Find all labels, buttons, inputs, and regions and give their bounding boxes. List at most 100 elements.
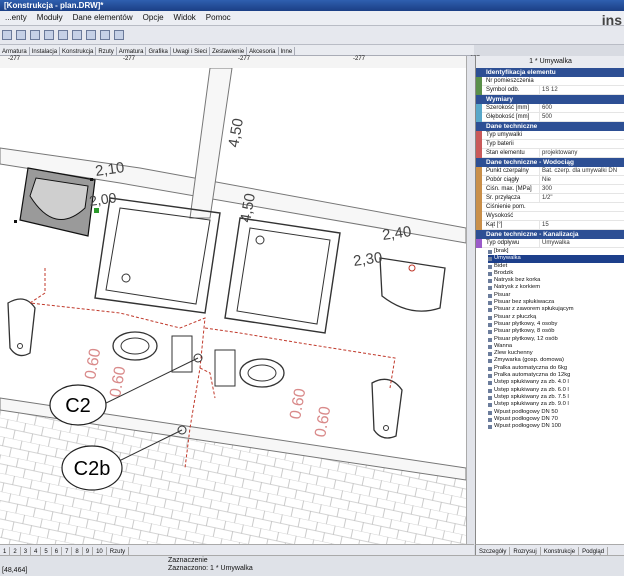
drain-type-option[interactable]: Pralka automatyczna do 6kg [488, 365, 624, 372]
section-header[interactable]: Wymiary [476, 95, 624, 104]
drain-type-option[interactable]: Zlew kuchenny [488, 350, 624, 357]
copy-icon[interactable] [58, 30, 68, 40]
section-header[interactable]: Dane techniczne - Wodociąg [476, 158, 624, 167]
open-icon[interactable] [16, 30, 26, 40]
layout-tab[interactable]: Instalacja [30, 47, 61, 55]
drain-type-option[interactable]: Umywalka [488, 255, 624, 263]
layout-tab[interactable]: Grafika [146, 47, 171, 55]
property-key: Wysokość [486, 213, 514, 219]
drain-type-option[interactable]: Pisuar z zaworem spłukującym [488, 306, 624, 313]
drain-type-option[interactable]: Pisuar bez spłukiwacza [488, 299, 624, 306]
property-row[interactable]: Ciśn. max. [MPa] 300 [476, 185, 624, 194]
save-icon[interactable] [30, 30, 40, 40]
drain-type-option[interactable]: Pisuar płytkowy, 12 osób [488, 336, 624, 343]
drain-type-option[interactable]: Pisuar [488, 292, 624, 299]
layout-tab[interactable]: Akcesoria [247, 47, 279, 55]
drain-type-option[interactable]: Ustęp spłukiwany za zb. 7.5 l [488, 394, 624, 401]
menu-item[interactable]: Widok [169, 11, 201, 25]
layout-tab[interactable]: Armatura [0, 47, 30, 55]
property-value[interactable]: 500 [539, 113, 624, 121]
vertical-scrollbar[interactable] [466, 56, 475, 544]
drawing-canvas[interactable]: 2,10 2,00 4,50 4,50 2,40 2,30 0.60 0.60 … [0, 68, 466, 544]
drain-type-option[interactable]: Wpust podłogowy DN 100 [488, 423, 624, 430]
property-value[interactable]: projektowany [539, 149, 624, 157]
row-color-bar [476, 203, 482, 212]
drain-type-list[interactable]: [brak] Umywalka Bidet Brodzik Natrysk bez ko… [476, 248, 624, 430]
property-row[interactable]: Wysokość [476, 212, 624, 221]
property-row[interactable]: Śr. przyłącza 1/2" [476, 194, 624, 203]
property-row[interactable]: Szerokość [mm] 600 [476, 104, 624, 113]
drain-type-option[interactable]: Brodzik [488, 270, 624, 277]
drain-type-option[interactable]: Bidet [488, 263, 624, 270]
property-value[interactable]: Umywalka [539, 239, 624, 247]
drain-type-option[interactable]: Pisuar płytkowy, 8 osób [488, 328, 624, 335]
layout-tab[interactable]: Zestawienie [210, 47, 248, 55]
menu-item[interactable]: Pomoc [201, 11, 236, 25]
grid-icon[interactable] [86, 30, 96, 40]
layout-tab[interactable]: Inne [279, 47, 296, 55]
urinal-left[interactable] [7, 298, 36, 357]
floor-plan[interactable]: 2,10 2,00 4,50 4,50 2,40 2,30 0.60 0.60 … [0, 68, 466, 544]
dim-5: 2,40 [381, 223, 412, 244]
new-icon[interactable] [2, 30, 12, 40]
property-row[interactable]: Głębokość [mm] 500 [476, 113, 624, 122]
property-value[interactable]: 1/2" [539, 194, 624, 202]
settings-icon[interactable] [114, 30, 124, 40]
toilet-2[interactable] [214, 349, 285, 388]
property-row[interactable]: Punkt czerpalny Bat. czerp. dla umywalki … [476, 167, 624, 176]
layout-tab[interactable]: Uwagi i Sieci [171, 47, 211, 55]
property-row[interactable]: Kąt [°] 15 [476, 221, 624, 230]
property-value[interactable]: Bat. czerp. dla umywalki DN [539, 167, 624, 175]
property-row[interactable]: Nr pomieszczenia [476, 77, 624, 86]
layout-tab[interactable]: Rzuty [96, 47, 117, 55]
property-row[interactable]: Typ umywalki [476, 131, 624, 140]
property-row[interactable]: Pobór ciągły Nie [476, 176, 624, 185]
toilet-1[interactable] [112, 331, 193, 373]
drain-type-option[interactable]: Natrysk bez korka [488, 277, 624, 284]
drain-type-option[interactable]: [brak] [488, 248, 624, 255]
section-header[interactable]: Dane techniczne - Kanalizacja [476, 230, 624, 239]
property-value[interactable]: 300 [539, 185, 624, 193]
property-value[interactable]: 15 [539, 221, 624, 229]
drain-type-option[interactable]: Wpust podłogowy DN 70 [488, 416, 624, 423]
layers-icon[interactable] [100, 30, 110, 40]
urinal-right[interactable] [371, 378, 403, 439]
drain-type-option[interactable]: Ustęp spłukiwany za zb. 4.0 l [488, 379, 624, 386]
shower-tray-2[interactable] [224, 217, 341, 334]
row-color-bar [476, 113, 482, 122]
menu-item[interactable]: Dane elementów [68, 11, 138, 25]
menu-item[interactable]: ...enty [0, 11, 32, 25]
section-header[interactable]: Identyfikacja elementu [476, 68, 624, 77]
drain-type-option[interactable]: Pralka automatyczna do 12kg [488, 372, 624, 379]
drain-type-option[interactable]: Pisuar z płuczką [488, 314, 624, 321]
drain-type-option[interactable]: Zmywarka (gosp. domowa) [488, 357, 624, 364]
washbasin-right[interactable] [379, 257, 446, 312]
layout-tab[interactable]: Armatura [117, 47, 147, 55]
property-value[interactable]: 600 [539, 104, 624, 112]
property-row[interactable]: Stan elementu projektowany [476, 149, 624, 158]
washbasin-selected[interactable] [14, 167, 99, 237]
drain-type-option[interactable]: Pisuar płytkowy, 4 osoby [488, 321, 624, 328]
callout-c2[interactable]: C2 [49, 353, 203, 426]
layout-tab[interactable]: Konstrukcja [60, 47, 97, 55]
property-row[interactable]: Typ baterii [476, 140, 624, 149]
menu-item[interactable]: Opcje [138, 11, 169, 25]
property-row[interactable]: Typ odpływu Umywalka [476, 239, 624, 248]
drain-type-option[interactable]: Natrysk z korkiem [488, 284, 624, 291]
drain-type-option[interactable]: Wanna [488, 343, 624, 350]
pipe-route-right[interactable] [204, 327, 396, 389]
paste-icon[interactable] [72, 30, 82, 40]
drain-type-option[interactable]: Ustęp spłukiwany za zb. 6.0 l [488, 387, 624, 394]
section-header[interactable]: Dane techniczne [476, 122, 624, 131]
menu-item[interactable]: Moduły [32, 11, 68, 25]
property-value[interactable]: 1S 12 [539, 86, 624, 94]
property-key: Pobór ciągły [486, 177, 520, 183]
property-row[interactable]: Ciśnienie pom. [476, 203, 624, 212]
drain-type-option[interactable]: Wpust podłogowy DN 50 [488, 409, 624, 416]
property-row[interactable]: Symbol odb. 1S 12 [476, 86, 624, 95]
pipe-route-branch[interactable] [199, 367, 216, 399]
drain-type-option[interactable]: Ustęp spłukiwany za zb. 9.0 l [488, 401, 624, 408]
callout-c2b-label: C2b [74, 458, 111, 480]
property-value[interactable]: Nie [539, 176, 624, 184]
print-icon[interactable] [44, 30, 54, 40]
